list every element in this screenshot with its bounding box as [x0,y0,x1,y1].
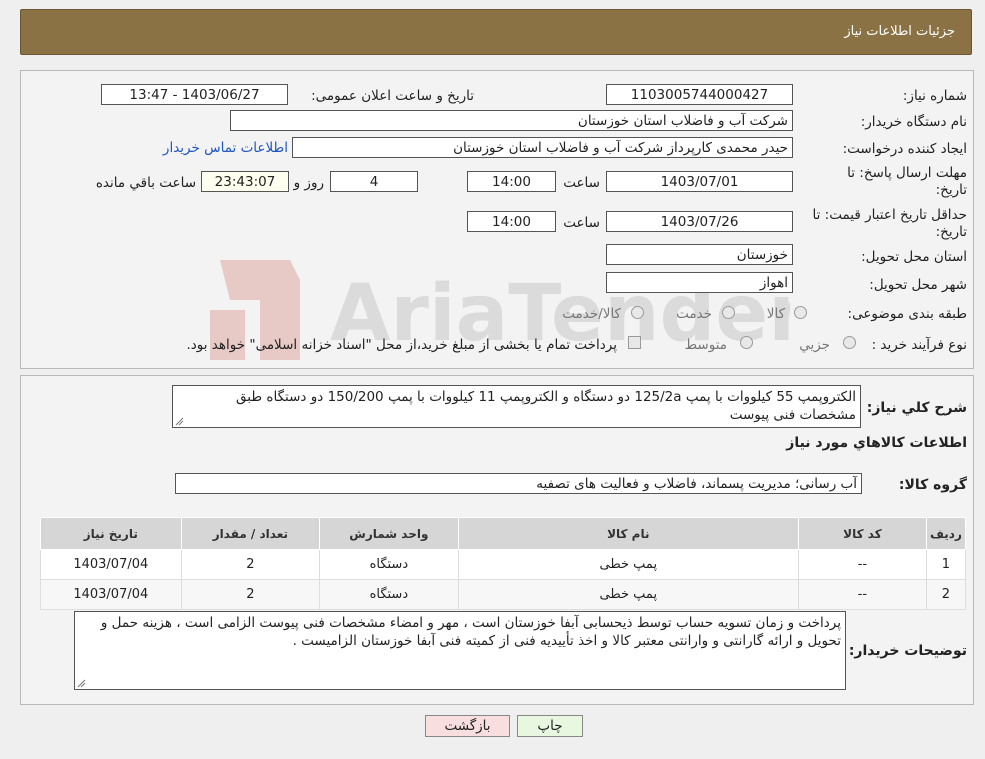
category-label: طبقه بندی موضوعی: [847,306,967,322]
category-both-radio[interactable] [631,306,644,319]
remaining-time-field: 23:43:07 [201,171,289,192]
cell-unit: دستگاه [319,579,459,610]
cell-qty: 2 [180,579,321,610]
reply-deadline-label-2: تاریخ: [935,182,967,198]
page-title: جزئیات اطلاعات نیاز [844,24,955,39]
process-minor-label: جزیي [799,337,830,353]
cell-name: پمپ خطی [457,579,799,610]
days-label: روز و [293,175,324,191]
col-qty: تعداد / مقدار [180,517,321,550]
col-date: تاریخ نیاز [40,517,182,550]
table-row: 1 -- پمپ خطی دستگاه 2 1403/07/04 [40,549,967,580]
price-validity-date-field: 1403/07/26 [606,211,793,232]
buyer-notes-label: توضیحات خریدار: [848,643,967,659]
category-both-label: کالا/خدمت [562,306,621,322]
general-desc-field: الکتروپمپ 55 کیلووات با پمپ 125/2a دو دس… [172,385,861,428]
general-desc-label: شرح کلي نیاز: [866,400,967,416]
cell-code: -- [797,579,927,610]
reply-date-field: 1403/07/01 [606,171,793,192]
category-service-radio[interactable] [722,306,735,319]
category-service-label: خدمت [676,306,712,322]
cell-date: 1403/07/04 [40,579,182,610]
resize-grip-icon[interactable] [175,417,184,426]
province-field: خوزستان [606,244,793,265]
treasury-checkbox[interactable] [628,336,641,349]
page-header: جزئیات اطلاعات نیاز [20,9,972,55]
province-label: استان محل تحویل: [861,249,967,265]
need-number-field: 1103005744000427 [606,84,793,105]
col-name: نام کالا [457,517,799,550]
announce-field: 1403/06/27 - 13:47 [101,84,288,105]
goods-group-field: آب رسانی؛ مدیریت پسماند، فاضلاب و فعالیت… [175,473,862,494]
goods-info-title: اطلاعات کالاهاي مورد نیاز [786,435,967,451]
announce-label: تاریخ و ساعت اعلان عمومی: [311,88,474,104]
cell-row: 2 [925,579,967,610]
col-unit: واحد شمارش [319,517,459,550]
process-medium-radio[interactable] [740,336,753,349]
city-label: شهر محل تحویل: [869,277,967,293]
cell-date: 1403/07/04 [40,549,182,580]
price-validity-label-2: تاریخ: [935,224,967,240]
process-medium-label: متوسط [684,337,727,353]
col-row: ردیف [925,517,967,550]
buyer-org-field: شرکت آب و فاضلاب استان خوزستان [230,110,793,131]
resize-grip-icon[interactable] [77,679,86,688]
reply-time-label: ساعت [563,175,600,191]
city-field: اهواز [606,272,793,293]
buyer-org-label: نام دستگاه خریدار: [860,114,967,130]
category-goods-label: کالا [766,306,785,322]
buyer-contact-link[interactable]: اطلاعات تماس خریدار [163,140,288,156]
process-label: نوع فرآیند خرید : [871,337,967,353]
reply-time-field: 14:00 [467,171,556,192]
table-row: 2 -- پمپ خطی دستگاه 2 1403/07/04 [40,579,967,610]
need-number-label: شماره نیاز: [902,88,967,104]
price-validity-time-label: ساعت [563,215,600,231]
cell-unit: دستگاه [319,549,459,580]
reply-days-field: 4 [330,171,418,192]
cell-code: -- [797,549,927,580]
process-minor-radio[interactable] [843,336,856,349]
treasury-note: پرداخت تمام یا بخشی از مبلغ خرید،از محل … [186,337,617,353]
table-header-row: ردیف کد کالا نام کالا واحد شمارش تعداد /… [40,517,967,550]
print-button[interactable]: چاپ [517,715,583,737]
cell-name: پمپ خطی [457,549,799,580]
cell-row: 1 [925,549,967,580]
goods-group-label: گروه کالا: [898,477,967,493]
remaining-label: ساعت باقي مانده [95,175,196,191]
requester-field: حیدر محمدی کارپرداز شرکت آب و فاضلاب است… [292,137,793,158]
cell-qty: 2 [180,549,321,580]
buyer-notes-field: پرداخت و زمان تسویه حساب توسط ذیحسابی آب… [74,611,846,690]
goods-table: ردیف کد کالا نام کالا واحد شمارش تعداد /… [40,517,967,610]
requester-label: ایجاد کننده درخواست: [842,141,967,157]
price-validity-time-field: 14:00 [467,211,556,232]
price-validity-label: حداقل تاریخ اعتبار قیمت: تا [812,207,967,223]
category-goods-radio[interactable] [794,306,807,319]
back-button[interactable]: بازگشت [425,715,510,737]
reply-deadline-label: مهلت ارسال پاسخ: تا [847,165,967,181]
col-code: کد کالا [797,517,927,550]
